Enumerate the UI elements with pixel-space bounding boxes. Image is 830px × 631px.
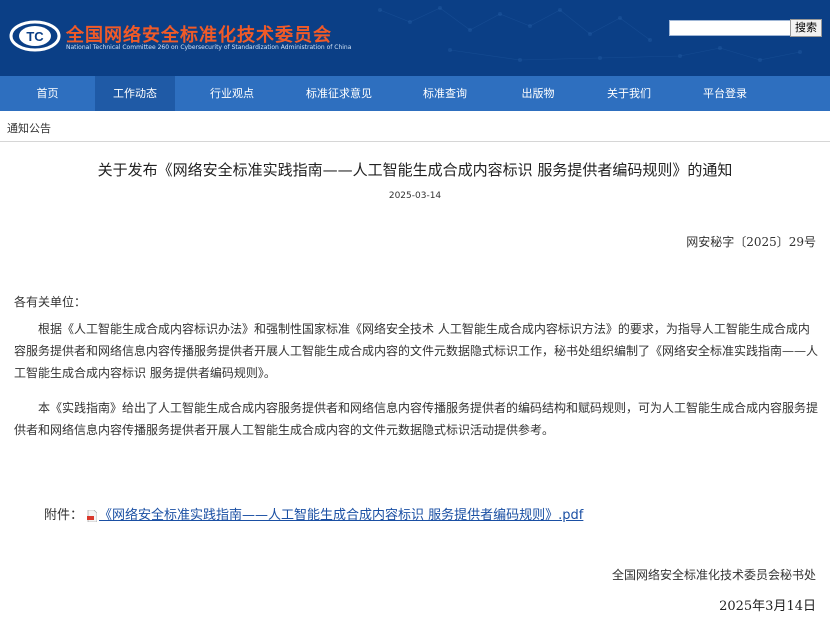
nav-item-platform-login[interactable]: 平台登录	[680, 76, 770, 111]
attachment-label: 附件：	[44, 508, 84, 523]
org-name-en: National Technical Committee 260 on Cybe…	[66, 44, 352, 51]
search-input[interactable]	[669, 20, 791, 36]
document-number: 网安秘字〔2025〕29号	[686, 235, 816, 249]
paragraph: 本《实践指南》给出了人工智能生成合成内容服务提供者和网络信息内容传播服务提供者的…	[14, 401, 819, 437]
main-nav: 首页 工作动态 行业观点 标准征求意见 标准查询 出版物 关于我们 平台登录	[0, 76, 830, 111]
article-date: 2025-03-14	[388, 191, 442, 201]
paragraph: 根据《人工智能生成合成内容标识办法》和强制性国家标准《网络安全技术 人工智能生成…	[14, 322, 819, 380]
breadcrumb[interactable]: 通知公告	[7, 120, 51, 136]
nav-item-publications[interactable]: 出版物	[498, 76, 578, 111]
signature-org: 全国网络安全标准化技术委员会秘书处	[611, 568, 816, 582]
nav-item-work-news[interactable]: 工作动态	[95, 76, 175, 111]
svg-text:TC: TC	[26, 29, 44, 44]
site-header: TC 全国网络安全标准化技术委员会 National Technical Com…	[0, 0, 830, 76]
signature-date: 2025年3月14日	[719, 599, 816, 614]
attachment-link[interactable]: 《网络安全标准实践指南——人工智能生成合成内容标识 服务提供者编码规则》.pdf	[99, 508, 583, 523]
article-title: 关于发布《网络安全标准实践指南——人工智能生成合成内容标识 服务提供者编码规则》…	[97, 161, 733, 179]
attachment: 附件： 《网络安全标准实践指南——人工智能生成合成内容标识 服务提供者编码规则》…	[44, 504, 583, 523]
nav-item-standard-query[interactable]: 标准查询	[405, 76, 485, 111]
search-button[interactable]: 搜索	[790, 19, 822, 37]
salutation: 各有关单位：	[14, 295, 87, 309]
nav-item-standard-comments[interactable]: 标准征求意见	[294, 76, 384, 111]
divider	[0, 141, 830, 142]
nav-item-about-us[interactable]: 关于我们	[589, 76, 669, 111]
nav-item-industry-views[interactable]: 行业观点	[186, 76, 278, 111]
nav-item-home[interactable]: 首页	[0, 76, 95, 111]
pdf-file-icon	[87, 509, 98, 522]
tc-logo-icon: TC	[9, 20, 61, 52]
